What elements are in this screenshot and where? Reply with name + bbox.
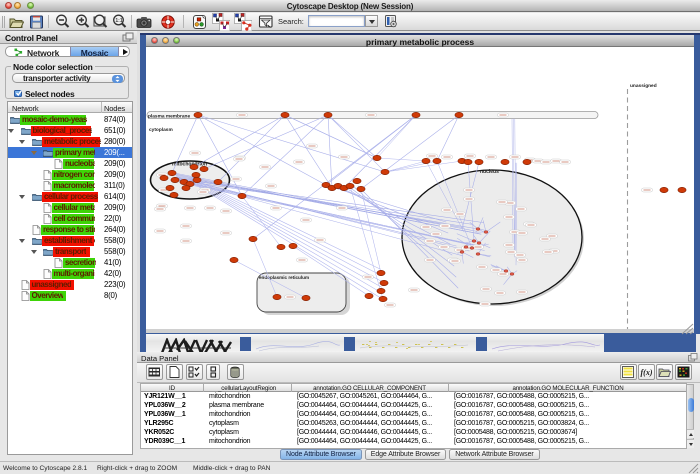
svg-text:cytoplasm: cytoplasm (149, 127, 173, 133)
svg-text:nucleus: nucleus (480, 169, 499, 175)
svg-text:unassigned: unassigned (630, 83, 657, 89)
svg-text:f(x): f(x) (641, 368, 653, 377)
svg-text:plasma membrane: plasma membrane (148, 114, 190, 120)
svg-text:endoplasmic reticulum: endoplasmic reticulum (259, 275, 309, 280)
svg-text:1:1: 1:1 (115, 18, 122, 24)
